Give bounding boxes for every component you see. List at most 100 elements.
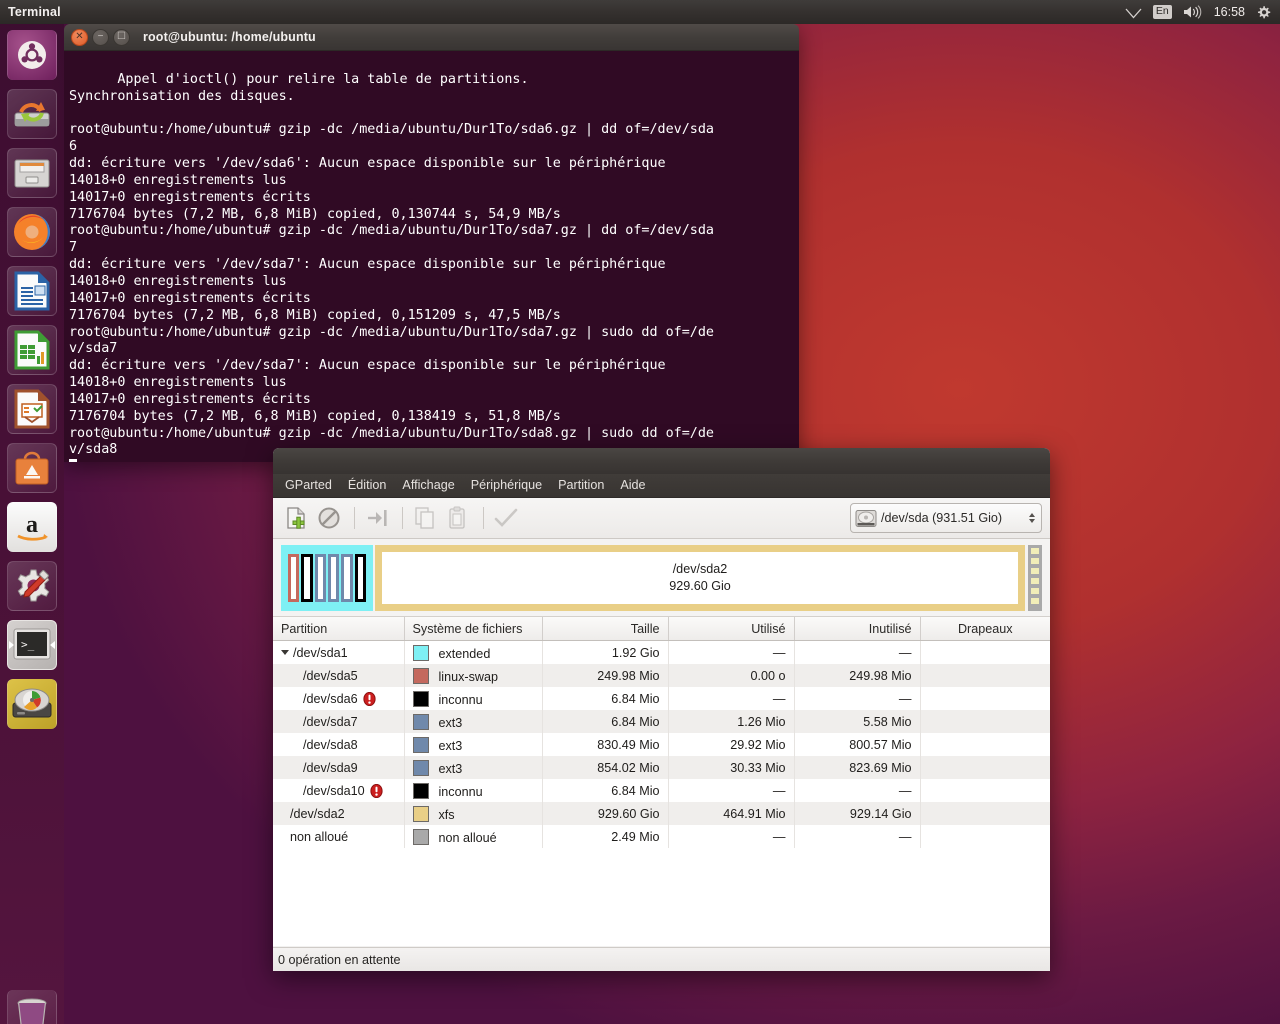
- resize-move-button[interactable]: [362, 503, 392, 533]
- menu-partition[interactable]: Partition: [550, 475, 612, 496]
- menu-affichage[interactable]: Affichage: [394, 475, 462, 496]
- graphic-sub-sda5[interactable]: [288, 553, 300, 602]
- filesystem-name: ext3: [438, 738, 463, 753]
- panel-indicator-area: En 16:58: [1125, 5, 1271, 20]
- table-row[interactable]: /dev/sda1 extended 1.92 Gio — —: [273, 640, 1050, 664]
- pending-operations-label: 0 opération en attente: [278, 952, 401, 967]
- terminal-window[interactable]: ✕ − ☐ root@ubuntu: /home/ubuntu Appel d'…: [64, 24, 799, 462]
- device-label: /dev/sda (931.51 Gio): [881, 511, 1003, 525]
- cell-size: 2.49 Mio: [542, 825, 669, 848]
- graphic-sub-sda7[interactable]: [314, 553, 326, 602]
- delete-partition-button[interactable]: [314, 503, 344, 533]
- launcher-item-system-settings[interactable]: [7, 561, 57, 611]
- device-spinner[interactable]: [1029, 513, 1037, 523]
- cell-size: 854.02 Mio: [542, 756, 669, 779]
- delete-forbidden-icon: [318, 507, 340, 529]
- gparted-statusbar: 0 opération en attente: [273, 947, 1050, 971]
- graphic-partition-sda2[interactable]: /dev/sda2 929.60 Gio: [375, 544, 1025, 611]
- new-partition-button[interactable]: [281, 503, 311, 533]
- maximize-icon[interactable]: ☐: [113, 28, 130, 46]
- graphic-partition-sda2-label: /dev/sda2 929.60 Gio: [382, 551, 1018, 604]
- column-header-unused[interactable]: Inutilisé: [794, 617, 921, 641]
- gparted-menubar: GParted Édition Affichage Périphérique P…: [273, 474, 1050, 498]
- toolbar-separator-1: [354, 507, 355, 529]
- column-header-used[interactable]: Utilisé: [668, 617, 795, 641]
- filesystem-name: ext3: [438, 715, 463, 730]
- menu-peripherique[interactable]: Périphérique: [463, 475, 550, 496]
- gear-icon[interactable]: [1256, 5, 1271, 20]
- column-header-partition[interactable]: Partition: [273, 617, 405, 641]
- launcher-item-gparted[interactable]: [7, 679, 57, 729]
- launcher-item-files[interactable]: [7, 148, 57, 198]
- gparted-titlebar[interactable]: [273, 448, 1050, 474]
- menu-edition[interactable]: Édition: [340, 475, 395, 496]
- clock-indicator[interactable]: 16:58: [1214, 5, 1245, 19]
- column-header-size[interactable]: Taille: [542, 617, 669, 641]
- cell-flags: [920, 756, 1050, 779]
- close-icon[interactable]: ✕: [71, 28, 88, 46]
- partition-table-container[interactable]: Partition Système de fichiers Taille Uti…: [273, 617, 1050, 946]
- expander-icon[interactable]: [281, 649, 289, 655]
- launcher-item-libreoffice-writer[interactable]: [7, 266, 57, 316]
- launcher-item-terminal[interactable]: >_: [7, 620, 57, 670]
- libreoffice-writer-icon: [14, 271, 50, 311]
- table-row[interactable]: /dev/sda7 ext3 6.84 Mio 1.26 Mio 5.58 Mio: [273, 710, 1050, 733]
- cell-unused: —: [794, 779, 921, 802]
- libreoffice-calc-icon: [14, 330, 50, 370]
- cell-used: 1.26 Mio: [668, 710, 795, 733]
- launcher-item-trash[interactable]: [7, 990, 57, 1024]
- network-wifi-icon[interactable]: [1125, 6, 1142, 19]
- launcher-item-amazon[interactable]: a: [7, 502, 57, 552]
- launcher-item-libreoffice-calc[interactable]: [7, 325, 57, 375]
- graphic-sub-sda8[interactable]: [328, 553, 340, 602]
- table-row[interactable]: /dev/sda10 inconnu 6.84 Mio — —: [273, 779, 1050, 802]
- terminal-output[interactable]: Appel d'ioctl() pour relire la table de …: [64, 51, 799, 462]
- filesystem-name: xfs: [438, 807, 455, 822]
- paste-button[interactable]: [443, 503, 473, 533]
- copy-button[interactable]: [410, 503, 440, 533]
- table-row[interactable]: /dev/sda8 ext3 830.49 Mio 29.92 Mio 800.57 M…: [273, 733, 1050, 756]
- filesystem-name: extended: [438, 646, 491, 661]
- table-row[interactable]: non alloué non alloué 2.49 Mio — —: [273, 825, 1050, 848]
- launcher-item-backups[interactable]: [7, 89, 57, 139]
- graphic-sub-sda6[interactable]: [301, 553, 313, 602]
- graphic-extended-partition[interactable]: [281, 544, 373, 611]
- menu-aide[interactable]: Aide: [612, 475, 653, 496]
- volume-icon[interactable]: [1183, 5, 1203, 19]
- filesystem-color-swatch: [412, 690, 429, 707]
- cell-used: 0.00 o: [668, 664, 795, 687]
- filesystem-color-swatch: [412, 805, 429, 822]
- panel-app-title[interactable]: Terminal: [8, 5, 61, 19]
- cell-size: 1.92 Gio: [542, 640, 669, 664]
- launcher-item-firefox[interactable]: [7, 207, 57, 257]
- svg-text:a: a: [26, 512, 38, 538]
- graphic-sub-sda10[interactable]: [354, 553, 366, 602]
- launcher-item-libreoffice-impress[interactable]: [7, 384, 57, 434]
- terminal-titlebar[interactable]: ✕ − ☐ root@ubuntu: /home/ubuntu: [64, 24, 799, 51]
- apply-operations-button[interactable]: [491, 503, 521, 533]
- column-header-filesystem[interactable]: Système de fichiers: [404, 617, 543, 641]
- column-header-flags[interactable]: Drapeaux: [920, 617, 1050, 641]
- launcher-item-ubuntu-software[interactable]: [7, 443, 57, 493]
- keyboard-layout-indicator[interactable]: En: [1152, 5, 1172, 19]
- partition-name: /dev/sda9: [303, 760, 358, 775]
- graphic-unallocated[interactable]: [1028, 544, 1042, 611]
- minimize-icon[interactable]: −: [92, 28, 109, 46]
- partition-name: /dev/sda1: [293, 645, 348, 660]
- table-row[interactable]: /dev/sda9 ext3 854.02 Mio 30.33 Mio 823.69 M…: [273, 756, 1050, 779]
- gparted-window[interactable]: GParted Édition Affichage Périphérique P…: [273, 448, 1050, 971]
- backups-icon: [14, 102, 50, 127]
- menu-gparted[interactable]: GParted: [277, 475, 340, 496]
- warning-icon: [363, 691, 376, 706]
- device-selector[interactable]: /dev/sda (931.51 Gio): [850, 503, 1042, 533]
- table-row[interactable]: /dev/sda5 linux-swap 249.98 Mio 0.00 o 249.9…: [273, 664, 1050, 687]
- table-header-row: Partition Système de fichiers Taille Uti…: [273, 617, 1050, 641]
- cell-used: 464.91 Mio: [668, 802, 795, 825]
- table-row[interactable]: /dev/sda2 xfs 929.60 Gio 464.91 Mio 929.14 G…: [273, 802, 1050, 825]
- system-settings-icon: [17, 569, 50, 602]
- launcher-item-ubuntu-dash[interactable]: [7, 30, 57, 80]
- table-row[interactable]: /dev/sda6 inconnu 6.84 Mio — —: [273, 687, 1050, 710]
- graphic-sub-sda9[interactable]: [341, 553, 353, 602]
- cell-size: 249.98 Mio: [542, 664, 669, 687]
- cell-unused: 800.57 Mio: [794, 733, 921, 756]
